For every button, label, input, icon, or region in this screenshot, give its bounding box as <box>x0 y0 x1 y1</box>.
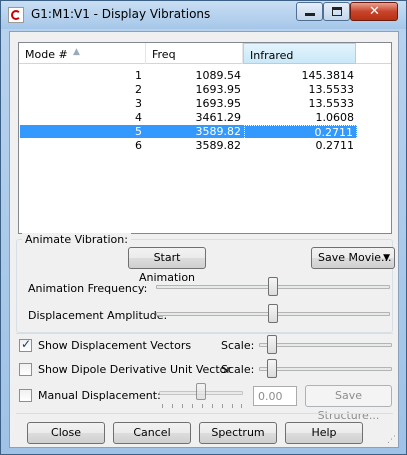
cell-infrared: 13.5533 <box>308 97 355 110</box>
manual-displacement-checkbox[interactable] <box>19 389 32 402</box>
save-movie-label: Save Movie... <box>318 251 392 264</box>
start-animation-button[interactable]: Start Animation <box>128 247 206 284</box>
animate-vibration-label: Animate Vibration: <box>22 233 131 246</box>
animate-vibration-group: Animate Vibration: Start Animation Save … <box>16 233 395 333</box>
cell-mode: 1 <box>135 69 142 82</box>
slider-tick <box>182 404 183 408</box>
show-dipole-checkbox[interactable] <box>19 363 32 376</box>
manual-displacement-slider-thumb[interactable] <box>196 383 206 400</box>
cell-infrared: 145.3814 <box>301 69 355 82</box>
cell-freq: 1693.95 <box>195 97 242 110</box>
list-header: Mode # ▲ Freq Infrared <box>19 43 391 64</box>
table-row[interactable]: 2 1693.95 13.5533 <box>20 83 357 96</box>
title-bar[interactable]: G1:M1:V1 - Display Vibrations ✕ <box>1 1 406 29</box>
cell-freq: 3461.29 <box>195 111 242 124</box>
cell-mode: 6 <box>135 139 142 152</box>
vectors-scale-slider-thumb[interactable] <box>267 335 277 354</box>
slider-tick <box>162 404 163 408</box>
cell-infrared: 1.0608 <box>315 111 355 124</box>
cell-freq: 1089.54 <box>195 69 242 82</box>
separator <box>16 333 393 334</box>
window-title: G1:M1:V1 - Display Vibrations <box>31 7 211 21</box>
vectors-scale-track[interactable] <box>259 343 392 347</box>
table-row-selected[interactable]: 5 3589.82 0.2711 <box>20 125 357 140</box>
table-row[interactable]: 4 3461.29 1.0608 <box>20 111 357 124</box>
slider-tick <box>232 404 233 408</box>
displacement-amplitude-label: Displacement Amplitude: <box>28 309 168 322</box>
cell-freq: 3589.82 <box>195 139 242 152</box>
cell-mode: 2 <box>135 83 142 96</box>
slider-tick <box>202 404 203 408</box>
cell-infrared: 13.5533 <box>308 83 355 96</box>
cancel-button[interactable]: Cancel <box>113 422 191 444</box>
animation-frequency-label: Animation Frequency: <box>28 282 148 295</box>
dialog-client-area: Mode # ▲ Freq Infrared 1 1089.54 145.381… <box>9 31 399 448</box>
save-structure-button[interactable]: Save Structure... <box>305 385 392 422</box>
maximize-button[interactable] <box>323 2 350 21</box>
manual-displacement-label: Manual Displacement: <box>38 389 161 402</box>
animation-frequency-slider-thumb[interactable] <box>268 277 278 296</box>
cell-infrared: 0.2711 <box>244 125 357 140</box>
cell-mode: 3 <box>135 97 142 110</box>
close-icon: ✕ <box>369 4 380 19</box>
spectrum-button[interactable]: Spectrum <box>199 422 277 444</box>
dipole-scale-track[interactable] <box>259 367 392 371</box>
table-row[interactable]: 6 3589.82 0.2711 <box>20 139 357 152</box>
vectors-scale-label: Scale: <box>221 339 255 352</box>
minimize-icon <box>305 13 315 16</box>
slider-tick <box>192 404 193 408</box>
display-vibrations-window: G1:M1:V1 - Display Vibrations ✕ Mode # ▲… <box>0 0 407 455</box>
save-movie-button[interactable]: Save Movie... ▼ <box>311 247 395 269</box>
slider-tick <box>222 404 223 408</box>
cell-freq: 1693.95 <box>195 83 242 96</box>
displacement-amplitude-slider-thumb[interactable] <box>268 304 278 323</box>
chevron-down-icon: ▼ <box>383 253 390 263</box>
slider-tick <box>172 404 173 408</box>
close-button[interactable]: Close <box>27 422 105 444</box>
column-header-freq[interactable]: Freq <box>146 43 243 64</box>
column-header-infrared[interactable]: Infrared <box>243 43 356 64</box>
show-dipole-label: Show Dipole Derivative Unit Vector <box>38 363 231 376</box>
cell-infrared: 0.2711 <box>315 139 355 152</box>
manual-displacement-value-field[interactable]: 0.00 <box>253 386 297 406</box>
maximize-icon <box>332 7 342 16</box>
cell-mode: 5 <box>135 125 142 138</box>
table-row[interactable]: 3 1693.95 13.5533 <box>20 97 357 110</box>
dipole-scale-label: Scale: <box>221 363 255 376</box>
column-header-mode-label: Mode # <box>25 48 68 61</box>
show-displacement-vectors-label: Show Displacement Vectors <box>38 339 192 352</box>
separator <box>16 413 393 414</box>
cell-freq: 3589.82 <box>195 125 242 138</box>
minimize-button[interactable] <box>296 2 323 21</box>
show-displacement-vectors-checkbox[interactable]: ✓ <box>19 337 32 352</box>
dipole-scale-slider-thumb[interactable] <box>267 359 277 378</box>
window-close-button[interactable]: ✕ <box>350 2 398 21</box>
sort-ascending-icon: ▲ <box>73 47 80 57</box>
cell-mode: 4 <box>135 111 142 124</box>
slider-tick <box>241 404 242 408</box>
checkmark-icon: ✓ <box>21 337 32 351</box>
column-header-mode[interactable]: Mode # ▲ <box>19 43 146 64</box>
slider-tick <box>212 404 213 408</box>
help-button[interactable]: Help <box>285 422 363 444</box>
gaussview-app-icon[interactable] <box>8 7 24 23</box>
resize-grip-icon[interactable]: ⋰ <box>387 435 396 445</box>
vibration-mode-list[interactable]: Mode # ▲ Freq Infrared 1 1089.54 145.381… <box>18 42 392 234</box>
table-row[interactable]: 1 1089.54 145.3814 <box>20 69 357 82</box>
